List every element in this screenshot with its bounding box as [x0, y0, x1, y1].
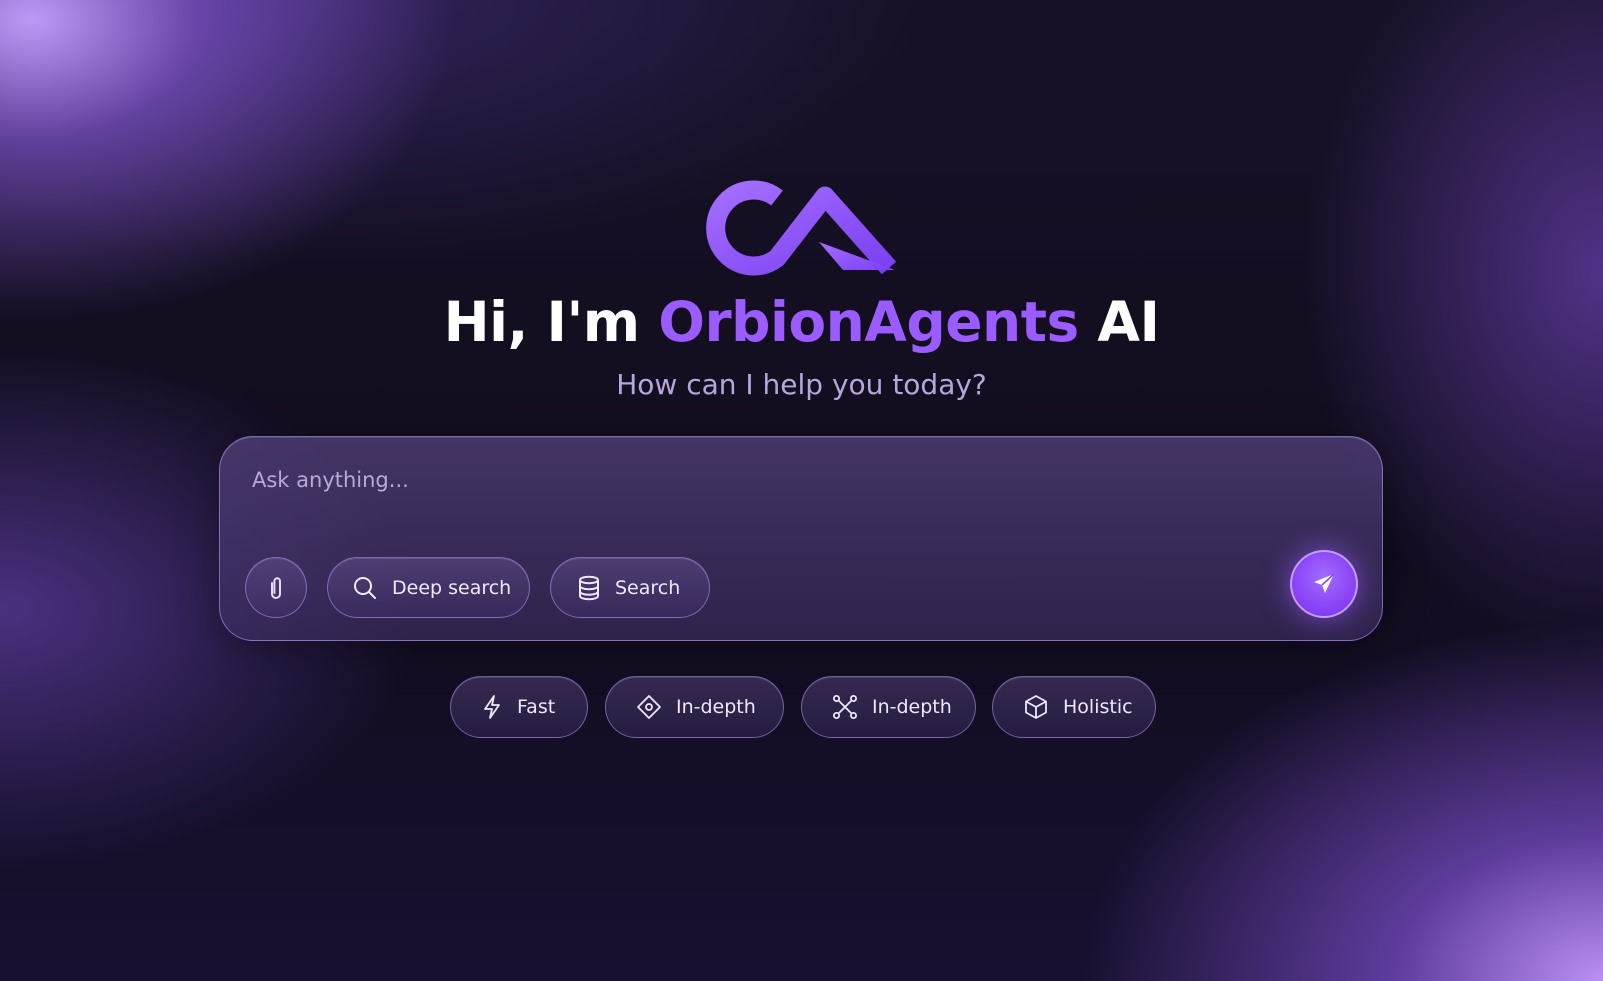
mode-in-depth-button[interactable]: In-depth	[605, 676, 784, 738]
send-button[interactable]	[1290, 550, 1358, 618]
deep-search-button[interactable]: Deep search	[327, 557, 530, 618]
mode-fast-button[interactable]: Fast	[450, 676, 588, 738]
subtitle: How can I help you today?	[616, 368, 987, 401]
database-icon	[579, 575, 599, 600]
nodes-icon	[833, 695, 857, 719]
mode-holistic-button[interactable]: Holistic	[992, 676, 1156, 738]
brand-name: OrbionAgents	[658, 290, 1079, 354]
page-title: Hi, I'm OrbionAgents AI	[0, 287, 1603, 357]
greeting-text: Hi, I'm	[443, 290, 659, 354]
mode-holistic-label: Holistic	[1063, 696, 1133, 718]
search-label: Search	[615, 576, 681, 599]
lightning-icon	[484, 695, 500, 719]
attach-button[interactable]	[245, 557, 307, 618]
chat-composer: Deep search Search	[219, 436, 1383, 641]
search-icon	[354, 576, 376, 599]
orbionagents-logo-icon	[706, 180, 897, 276]
mode-in-depth-label: In-depth	[676, 696, 756, 718]
cube-icon	[1025, 695, 1047, 719]
diamond-target-icon	[637, 695, 661, 719]
deep-search-label: Deep search	[392, 576, 512, 599]
mode-fast-label: Fast	[517, 696, 556, 718]
chat-input[interactable]	[250, 459, 1254, 501]
mode-in-depth-network-button[interactable]: In-depth	[801, 676, 976, 738]
send-icon	[1314, 573, 1335, 593]
search-button[interactable]: Search	[550, 557, 710, 618]
greeting-suffix: AI	[1078, 290, 1160, 354]
mode-in-depth-network-label: In-depth	[872, 696, 952, 718]
paperclip-icon	[271, 576, 281, 599]
